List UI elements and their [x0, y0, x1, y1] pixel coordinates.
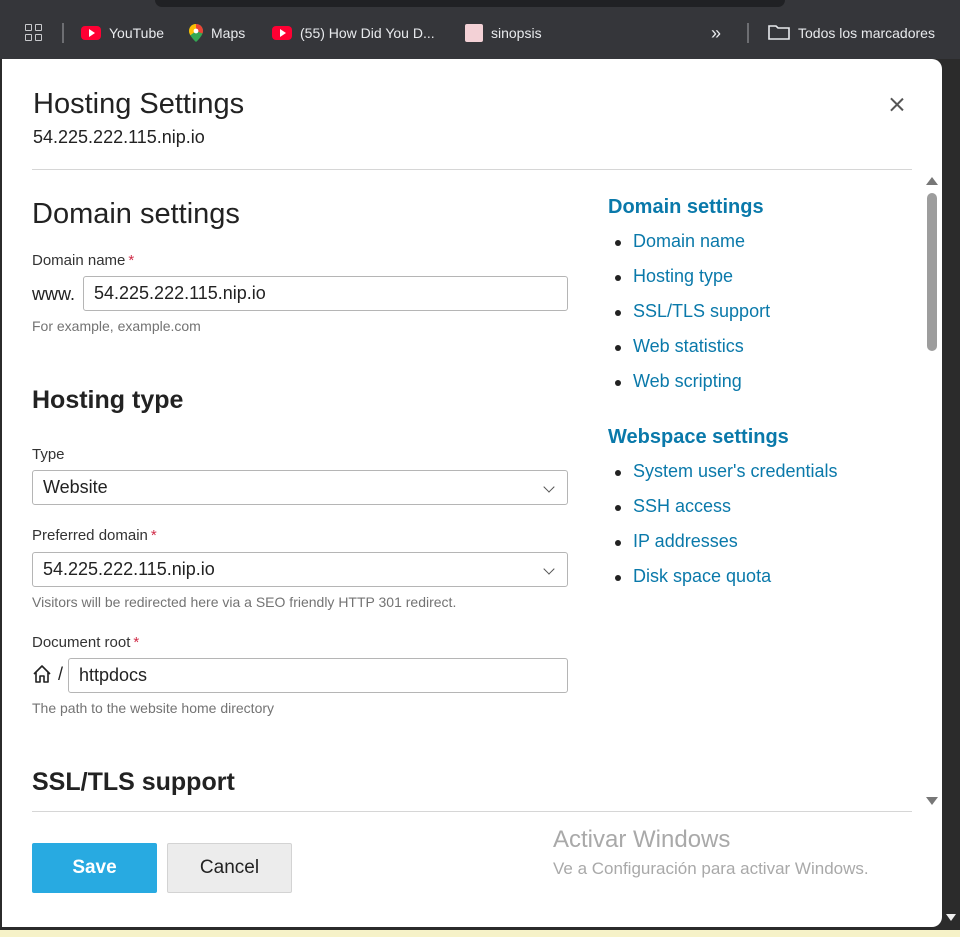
- toc-link-disk-quota[interactable]: Disk space quota: [614, 566, 771, 587]
- apps-grid-icon[interactable]: [25, 24, 43, 42]
- toc-link-domain-name[interactable]: Domain name: [614, 231, 745, 252]
- divider: [32, 811, 912, 812]
- dialog-subtitle: 54.225.222.115.nip.io: [33, 127, 205, 147]
- www-prefix: www.: [32, 284, 76, 304]
- bookmark-video[interactable]: (55) How Did You D...: [272, 22, 435, 44]
- toc-link-web-scripting[interactable]: Web scripting: [615, 371, 742, 392]
- home-icon: [32, 664, 52, 689]
- preferred-domain-select[interactable]: 54.225.222.115.nip.io: [32, 552, 568, 587]
- toc-link-ip-addresses[interactable]: IP addresses: [615, 531, 738, 552]
- chevron-down-icon: [543, 481, 555, 493]
- type-label: Type: [32, 446, 65, 463]
- toc-webspace-settings[interactable]: Webspace settings: [608, 426, 789, 449]
- all-bookmarks-label: Todos los marcadores: [798, 25, 935, 41]
- bookmarks-bar: YouTube Maps (55) How Did You D... sinop…: [0, 0, 960, 59]
- folder-icon: [768, 24, 790, 43]
- preferred-domain-hint: Visitors will be redirected here via a S…: [32, 594, 457, 610]
- toc-link-web-statistics[interactable]: Web statistics: [615, 336, 744, 357]
- toc-link-hosting-type[interactable]: Hosting type: [614, 266, 733, 287]
- required-mark: *: [150, 527, 157, 544]
- document-root-label: Document root *: [32, 634, 140, 651]
- youtube-icon: [272, 26, 292, 40]
- preferred-domain-label: Preferred domain *: [32, 527, 157, 544]
- section-hosting-type: Hosting type: [32, 386, 184, 414]
- dialog-title: Hosting Settings: [33, 88, 245, 120]
- domain-name-input[interactable]: 54.225.222.115.nip.io: [83, 276, 568, 311]
- bookmarks-overflow-button[interactable]: »: [711, 22, 721, 44]
- all-bookmarks-button[interactable]: Todos los marcadores: [768, 22, 935, 44]
- required-mark: *: [133, 634, 140, 651]
- bookmark-label: sinopsis: [491, 25, 542, 41]
- bookmarks-separator: [62, 23, 64, 43]
- document-root-input[interactable]: httpdocs: [68, 658, 568, 693]
- page-background-strip: [0, 930, 960, 937]
- bookmark-maps[interactable]: Maps: [189, 22, 245, 44]
- scrollbar-thumb[interactable]: [927, 193, 937, 351]
- domain-name-label: Domain name *: [32, 252, 135, 269]
- cancel-button[interactable]: Cancel: [167, 843, 292, 893]
- scroll-down-arrow-icon[interactable]: [926, 797, 938, 805]
- hosting-settings-dialog: Hosting Settings 54.225.222.115.nip.io D…: [2, 59, 942, 927]
- bookmark-label: Maps: [211, 25, 246, 41]
- required-mark: *: [128, 252, 135, 269]
- domain-name-hint: For example, example.com: [32, 318, 201, 334]
- bookmark-youtube[interactable]: YouTube: [81, 22, 164, 44]
- toc-link-ssh-access[interactable]: SSH access: [614, 496, 731, 517]
- bookmarks-separator: [747, 23, 749, 43]
- hosting-type-select[interactable]: Website: [32, 470, 568, 505]
- scroll-up-arrow-icon[interactable]: [926, 177, 938, 185]
- address-bar-edge: [155, 0, 785, 7]
- bookmark-sinopsis[interactable]: sinopsis: [465, 22, 542, 44]
- toc-link-ssl-tls[interactable]: SSL/TLS support: [614, 301, 770, 322]
- dialog-content: Domain settings Domain name * www. 54.225…: [2, 170, 922, 811]
- windows-activation-subtitle: Ve a Configuración para activar Windows.: [553, 859, 869, 878]
- document-root-hint: The path to the website home directory: [32, 700, 275, 716]
- section-domain-settings: Domain settings: [32, 198, 240, 230]
- hosting-type-value: Website: [43, 477, 108, 497]
- page-scroll-down-icon[interactable]: [946, 914, 956, 921]
- docroot-slash: /: [58, 664, 64, 684]
- preferred-domain-value: 54.225.222.115.nip.io: [43, 559, 215, 579]
- save-button[interactable]: Save: [32, 843, 157, 893]
- close-icon[interactable]: [886, 94, 908, 116]
- section-ssl-tls: SSL/TLS support: [32, 768, 235, 796]
- bookmark-label: YouTube: [109, 25, 165, 41]
- maps-icon: [189, 24, 203, 42]
- windows-activation-title: Activar Windows: [553, 826, 731, 853]
- sinopsis-icon: [465, 24, 483, 42]
- chevron-down-icon: [543, 563, 555, 575]
- bookmark-label: (55) How Did You D...: [300, 25, 435, 41]
- youtube-icon: [81, 26, 101, 40]
- toc-domain-settings[interactable]: Domain settings: [608, 196, 764, 219]
- toc-link-system-user[interactable]: System user's credentials: [615, 461, 838, 482]
